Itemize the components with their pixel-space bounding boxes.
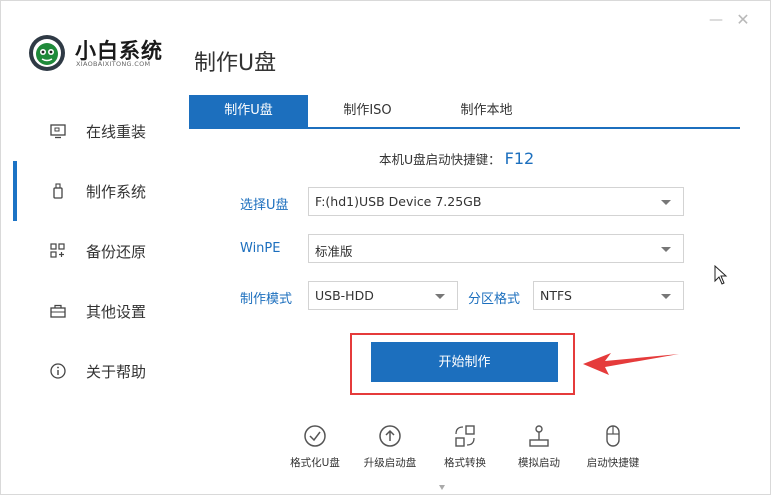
- tool-label: 格式转换: [444, 457, 486, 469]
- sidebar-item-label: 其他设置: [86, 302, 147, 321]
- joystick-icon: [529, 425, 549, 447]
- tab-bar: 制作U盘 制作ISO 制作本地: [189, 95, 740, 129]
- sidebar-item-label: 关于帮助: [86, 362, 147, 381]
- winpe-select[interactable]: 标准版: [308, 234, 684, 263]
- tab-make-iso[interactable]: 制作ISO: [308, 95, 427, 127]
- tool-upgrade-boot[interactable]: 升级启动盘: [355, 421, 425, 471]
- chevron-down-icon: [661, 200, 671, 205]
- active-indicator: [13, 161, 17, 221]
- winpe-select-value: 标准版: [315, 244, 353, 259]
- tool-format-usb[interactable]: 格式化U盘: [280, 421, 350, 471]
- check-circle-icon: [304, 425, 326, 447]
- minimize-button[interactable]: —: [707, 11, 725, 29]
- mouse-icon: [606, 425, 620, 447]
- winpe-select-label: WinPE: [240, 241, 281, 256]
- monitor-icon: [50, 124, 66, 139]
- arrow-up-circle-icon: [379, 425, 401, 447]
- sidebar-item-label: 制作系统: [86, 182, 147, 201]
- tab-make-usb[interactable]: 制作U盘: [189, 95, 308, 127]
- app-window: — ✕ 小白系统 XIAOBAIXITONG.COM 制作U盘 在线重装 制作系…: [0, 0, 771, 495]
- partition-select-label: 分区格式: [468, 292, 521, 307]
- logo-url: XIAOBAIXITONG.COM: [76, 60, 151, 68]
- red-arrow-icon: [583, 353, 679, 375]
- sidebar-item-make-system[interactable]: 制作系统: [1, 161, 176, 221]
- sidebar-item-online-reinstall[interactable]: 在线重装: [1, 101, 176, 161]
- mode-select[interactable]: USB-HDD: [308, 281, 458, 310]
- sidebar-item-about-help[interactable]: 关于帮助: [1, 341, 176, 401]
- start-make-button[interactable]: 开始制作: [371, 342, 558, 382]
- tool-label: 模拟启动: [518, 457, 560, 469]
- bottom-indicator: [439, 485, 445, 490]
- sidebar-item-label: 在线重装: [86, 122, 147, 141]
- tool-simulate-boot[interactable]: 模拟启动: [504, 421, 574, 471]
- sidebar-item-label: 备份还原: [86, 242, 147, 261]
- logo-mark-icon: [29, 35, 65, 71]
- chevron-down-icon: [435, 294, 445, 299]
- tab-make-local[interactable]: 制作本地: [427, 95, 546, 127]
- info-icon: [50, 363, 66, 379]
- partition-select[interactable]: NTFS: [533, 281, 684, 310]
- close-button[interactable]: ✕: [734, 11, 752, 29]
- usb-select[interactable]: F:(hd1)USB Device 7.25GB: [308, 187, 684, 216]
- tool-label: 格式化U盘: [290, 457, 340, 469]
- mouse-cursor-icon: [714, 265, 728, 285]
- chevron-down-icon: [661, 294, 671, 299]
- usb-select-label: 选择U盘: [240, 198, 289, 213]
- app-logo: 小白系统 XIAOBAIXITONG.COM: [27, 31, 177, 75]
- shortcut-hint: 本机U盘启动快捷键： F12: [379, 149, 534, 168]
- tool-format-convert[interactable]: 格式转换: [430, 421, 500, 471]
- briefcase-icon: [50, 304, 66, 318]
- usb-select-value: F:(hd1)USB Device 7.25GB: [315, 194, 482, 209]
- grid-icon: [50, 243, 65, 258]
- tool-boot-shortcut[interactable]: 启动快捷键: [578, 421, 648, 471]
- mode-select-label: 制作模式: [240, 292, 293, 307]
- tool-label: 启动快捷键: [586, 457, 640, 469]
- page-title: 制作U盘: [194, 51, 277, 76]
- shortcut-key: F12: [504, 149, 535, 168]
- convert-icon: [455, 425, 475, 447]
- sidebar-item-other-settings[interactable]: 其他设置: [1, 281, 176, 341]
- partition-select-value: NTFS: [540, 288, 572, 303]
- mode-select-value: USB-HDD: [315, 288, 374, 303]
- shortcut-hint-text: 本机U盘启动快捷键：: [379, 152, 501, 167]
- sidebar-item-backup-restore[interactable]: 备份还原: [1, 221, 176, 281]
- usb-icon: [53, 183, 63, 199]
- chevron-down-icon: [661, 247, 671, 252]
- tool-label: 升级启动盘: [363, 457, 417, 469]
